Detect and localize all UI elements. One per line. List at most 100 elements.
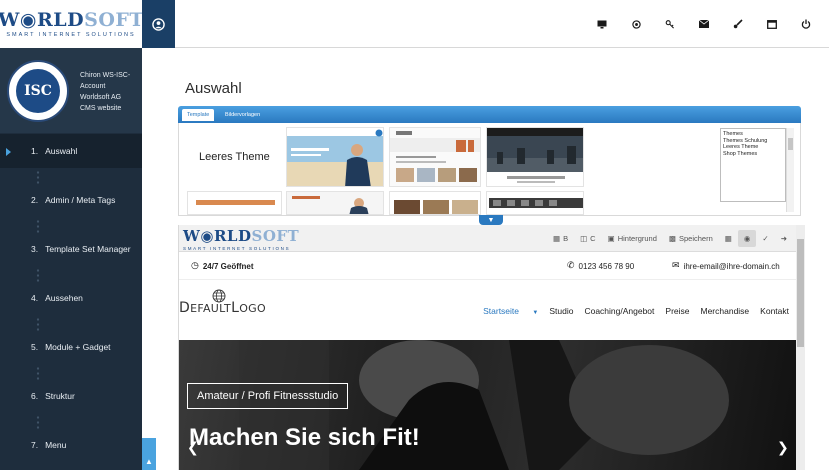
logout-icon: ➜ <box>780 234 787 243</box>
phone-number[interactable]: ✆ 0123 456 78 90 <box>567 261 634 271</box>
preview-tools: ▦ B ◫ C ▣ Hintergrund ▩ Speichern ▦ ◉ ✓ ➜ <box>547 230 793 247</box>
columns-icon: ◫ <box>580 234 588 243</box>
nav-item-auswahl[interactable]: 1. Auswahl <box>0 134 142 168</box>
thumbnail-dark-city <box>487 128 583 186</box>
website-preview: W◉RLDSOFT SMART INTERNET SOLUTIONS ▦ B ◫ C… <box>178 225 796 470</box>
phone-icon: ✆ <box>567 261 575 271</box>
logo-tagline: SMART INTERNET SOLUTIONS <box>6 31 136 38</box>
background-button[interactable]: ▣ Hintergrund <box>602 230 663 247</box>
template-thumbnail[interactable] <box>286 191 384 215</box>
menu-item-preise[interactable]: Preise <box>665 306 689 316</box>
thumbnail-photos <box>390 192 480 214</box>
theme-category-list[interactable]: Themes Themes Schulung Leeres Theme Shop… <box>720 128 786 202</box>
brush-icon[interactable] <box>721 14 755 34</box>
thumbnail-light-layout <box>390 128 480 186</box>
account-info: Chiron WS-ISC- Account Worldsoft AG CMS … <box>80 70 130 114</box>
slider-prev-button[interactable]: ❮ <box>187 440 199 456</box>
scrollbar-thumb[interactable] <box>797 239 804 347</box>
email-address[interactable]: ✉ ihre-email@ihre-domain.ch <box>672 261 780 271</box>
theme-list-item[interactable]: Shop Themes <box>723 151 783 158</box>
preview-toolbar: W◉RLDSOFT SMART INTERNET SOLUTIONS ▦ B ◫ C… <box>179 225 796 252</box>
user-view-button[interactable]: ◉ <box>737 230 757 247</box>
hero-slider: Amateur / Profi Fitnessstudio Machen Sie… <box>179 340 796 470</box>
user-icon <box>152 17 165 31</box>
layout-b-button[interactable]: ▦ B <box>547 230 574 247</box>
scrollbar-thumb[interactable] <box>788 138 793 150</box>
template-tabbar: Template Bildervorlagen <box>178 106 801 123</box>
save-button[interactable]: ▩ Speichern <box>663 230 719 247</box>
table-icon: ▦ <box>724 234 732 243</box>
layout-c-button[interactable]: ◫ C <box>574 230 602 247</box>
account-panel: ISC Chiron WS-ISC- Account Worldsoft AG … <box>0 48 142 133</box>
active-marker <box>6 148 11 156</box>
sidebar: ISC Chiron WS-ISC- Account Worldsoft AG … <box>0 48 142 470</box>
preview-contact-bar: ◷ 24/7 Geöffnet ✆ 0123 456 78 90 ✉ ihre-ema… <box>179 252 796 280</box>
template-gallery-scrollbar[interactable] <box>786 128 794 212</box>
opening-hours: ◷ 24/7 Geöffnet <box>191 261 254 271</box>
key-icon[interactable] <box>653 14 687 34</box>
nav-item-module-gadget[interactable]: 5. Module + Gadget <box>0 330 142 364</box>
thumbnail-gallery <box>487 192 583 214</box>
menu-item-coaching-angebot[interactable]: Coaching/Angebot <box>584 306 654 316</box>
collapse-gallery-button[interactable]: ▼ <box>479 215 503 225</box>
menu-item-kontakt[interactable]: Kontakt <box>760 306 789 316</box>
account-name: Chiron WS-ISC- <box>80 72 131 79</box>
isc-certified-seal: ISC <box>7 60 69 122</box>
template-thumbnail[interactable] <box>187 191 282 215</box>
scroll-up-button[interactable]: ▲ <box>142 438 156 470</box>
nav-item-aussehen[interactable]: 4. Aussehen <box>0 281 142 315</box>
chevron-down-icon: ▼ <box>487 216 495 224</box>
save-icon: ▩ <box>668 234 676 243</box>
nav-item-template-set-manager[interactable]: 3. Template Set Manager <box>0 232 142 266</box>
image-icon: ▣ <box>607 234 615 243</box>
template-thumbnail[interactable] <box>286 127 384 187</box>
worldsoft-logo[interactable]: W◉RLDSOFT SMART INTERNET SOLUTIONS <box>0 0 144 48</box>
account-site: CMS website <box>80 105 122 112</box>
template-thumbnail[interactable] <box>389 127 481 187</box>
chevron-left-icon: ❮ <box>187 440 199 456</box>
menu-item-merchandise[interactable]: Merchandise <box>701 306 750 316</box>
edit-brush-button[interactable]: ✓ <box>756 230 774 247</box>
template-thumbnail[interactable] <box>389 191 481 215</box>
logo-wordmark: W◉RLDSOFT <box>0 8 144 31</box>
menu-item-startseite[interactable]: Startseite ▼ <box>472 306 538 316</box>
brush-icon: ✓ <box>762 234 769 243</box>
default-logo[interactable]: DEFAULTLOGO <box>179 300 266 316</box>
slider-next-button[interactable]: ❯ <box>777 440 789 456</box>
window-icon[interactable] <box>755 14 789 34</box>
table-button[interactable]: ▦ <box>719 230 738 247</box>
user-icon: ◉ <box>743 234 751 243</box>
template-leeres-theme[interactable]: Leeres Theme <box>199 151 270 163</box>
top-bar: W◉RLDSOFT SMART INTERNET SOLUTIONS <box>0 0 829 48</box>
mail-icon[interactable] <box>687 14 721 34</box>
tab-template[interactable]: Template <box>182 109 215 121</box>
preview-navigation: DEFAULTLOGO Startseite ▼ Studio Coaching… <box>179 280 796 340</box>
menu-item-studio[interactable]: Studio <box>549 306 573 316</box>
template-thumbnail[interactable] <box>486 127 584 187</box>
nav-item-struktur[interactable]: 6. Struktur <box>0 379 142 413</box>
account-type: Account <box>80 83 106 90</box>
hero-title: Machen Sie sich Fit! <box>189 424 420 451</box>
preview-menu: Startseite ▼ Studio Coaching/Angebot Pre… <box>461 306 789 316</box>
chevron-up-icon: ▲ <box>145 457 153 466</box>
nav-item-menu[interactable]: 7. Menu <box>0 428 142 462</box>
power-icon[interactable] <box>789 14 823 34</box>
monitor-icon[interactable] <box>585 14 619 34</box>
logo-globe-o: ◉ <box>19 8 37 31</box>
user-account-button[interactable] <box>142 0 175 48</box>
hero-badge: Amateur / Profi Fitnessstudio <box>187 383 349 409</box>
preview-worldsoft-logo: W◉RLDSOFT SMART INTERNET SOLUTIONS <box>183 227 300 252</box>
caret-down-icon: ▼ <box>532 310 539 316</box>
nav-item-admin-meta-tags[interactable]: 2. Admin / Meta Tags <box>0 183 142 217</box>
exit-preview-button[interactable]: ➜ <box>775 230 793 247</box>
preview-scrollbar[interactable] <box>796 225 805 470</box>
clock-icon: ◷ <box>191 261 199 271</box>
template-gallery: Leeres Theme Themes Themes Schulung Leer… <box>178 123 801 216</box>
template-thumbnail[interactable] <box>486 191 584 215</box>
envelope-icon: ✉ <box>672 261 680 271</box>
thumbnail-person <box>287 192 383 214</box>
tab-bildervorlagen[interactable]: Bildervorlagen <box>220 109 265 121</box>
target-icon[interactable] <box>619 14 653 34</box>
account-company: Worldsoft AG <box>80 94 122 101</box>
page-title: Auswahl <box>185 80 242 97</box>
